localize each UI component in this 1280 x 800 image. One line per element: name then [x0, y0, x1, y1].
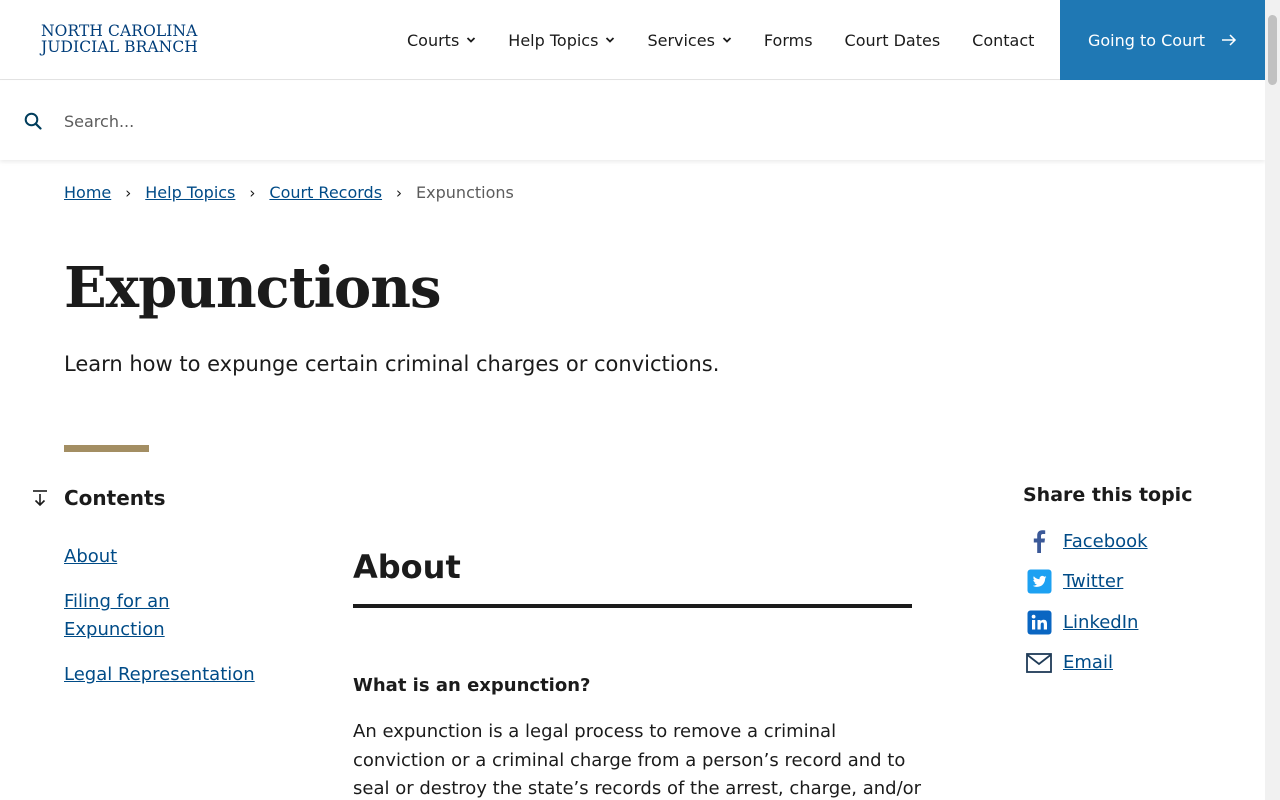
section-title: About	[353, 548, 461, 586]
scrollbar-thumb[interactable]	[1268, 15, 1277, 85]
toc-item-legal-representation[interactable]: Legal Representation	[64, 661, 264, 689]
section-divider	[353, 604, 912, 608]
site-header: NORTH CAROLINA JUDICIAL BRANCH Courts He…	[0, 0, 1265, 80]
share-twitter[interactable]: Twitter	[1026, 568, 1148, 596]
nav-contact[interactable]: Contact	[972, 31, 1034, 50]
nav-court-dates[interactable]: Court Dates	[845, 31, 941, 50]
main-nav: Courts Help Topics Services Forms Court …	[407, 0, 1066, 80]
linkedin-icon	[1026, 609, 1052, 635]
nav-label: Forms	[763, 30, 813, 50]
cta-label: Going to Court	[1087, 30, 1206, 50]
page-scrollbar[interactable]	[1265, 0, 1280, 800]
chevron-down-icon	[722, 37, 732, 43]
share-link-label[interactable]: Email	[1063, 652, 1113, 673]
nav-label: Services	[647, 30, 715, 50]
twitter-icon	[1026, 569, 1052, 595]
page-subtitle: Learn how to expunge certain criminal ch…	[64, 352, 720, 376]
share-list: Facebook Twitter LinkedIn Email	[1026, 527, 1148, 689]
jump-down-icon[interactable]	[31, 489, 49, 507]
share-link-label[interactable]: Twitter	[1063, 571, 1123, 592]
nav-label: Court Dates	[844, 30, 941, 50]
chevron-right-icon: ›	[396, 183, 403, 202]
nav-label: Contact	[972, 30, 1035, 50]
toc-item-filing[interactable]: Filing for an Expunction	[64, 588, 264, 644]
share-link-label[interactable]: Facebook	[1063, 531, 1148, 552]
contents-title: Contents	[64, 486, 166, 510]
toc-item-about[interactable]: About	[64, 543, 264, 571]
nav-forms[interactable]: Forms	[764, 31, 813, 50]
nav-help-topics[interactable]: Help Topics	[508, 31, 615, 50]
body-paragraph: An expunction is a legal process to remo…	[353, 721, 922, 799]
nav-services[interactable]: Services	[647, 30, 732, 50]
share-link-label[interactable]: LinkedIn	[1063, 612, 1138, 633]
share-title: Share this topic	[1023, 484, 1193, 506]
email-icon	[1026, 650, 1052, 676]
nav-label: Courts	[407, 30, 460, 50]
nav-label: Help Topics	[508, 30, 599, 50]
question-heading: What is an expunction?	[353, 675, 591, 696]
search-bar	[0, 81, 1265, 160]
breadcrumb-court-records[interactable]: Court Records	[269, 183, 382, 202]
breadcrumb-home[interactable]: Home	[64, 183, 111, 202]
page-title: Expunctions	[64, 255, 441, 321]
logo-line-2: JUDICIAL BRANCH	[41, 38, 198, 56]
arrow-right-icon	[1222, 34, 1237, 46]
search-input[interactable]	[64, 103, 1214, 139]
going-to-court-button[interactable]: Going to Court	[1060, 0, 1265, 80]
breadcrumb-help-topics[interactable]: Help Topics	[145, 183, 235, 202]
breadcrumb: Home › Help Topics › Court Records › Exp…	[64, 183, 514, 202]
logo-line-1: NORTH CAROLINA	[41, 22, 198, 40]
search-icon[interactable]	[24, 112, 42, 130]
breadcrumb-current: Expunctions	[416, 183, 514, 202]
facebook-icon	[1026, 528, 1052, 554]
chevron-right-icon: ›	[125, 183, 132, 202]
site-logo[interactable]: NORTH CAROLINA JUDICIAL BRANCH	[41, 23, 198, 55]
chevron-down-icon	[467, 37, 476, 43]
nav-courts[interactable]: Courts	[407, 31, 476, 50]
table-of-contents: About Filing for an Expunction Legal Rep…	[64, 543, 264, 706]
accent-bar	[64, 445, 149, 452]
share-email[interactable]: Email	[1026, 649, 1148, 677]
chevron-down-icon	[606, 37, 615, 43]
share-facebook[interactable]: Facebook	[1026, 527, 1148, 555]
chevron-right-icon: ›	[249, 183, 256, 202]
share-linkedin[interactable]: LinkedIn	[1026, 608, 1148, 636]
